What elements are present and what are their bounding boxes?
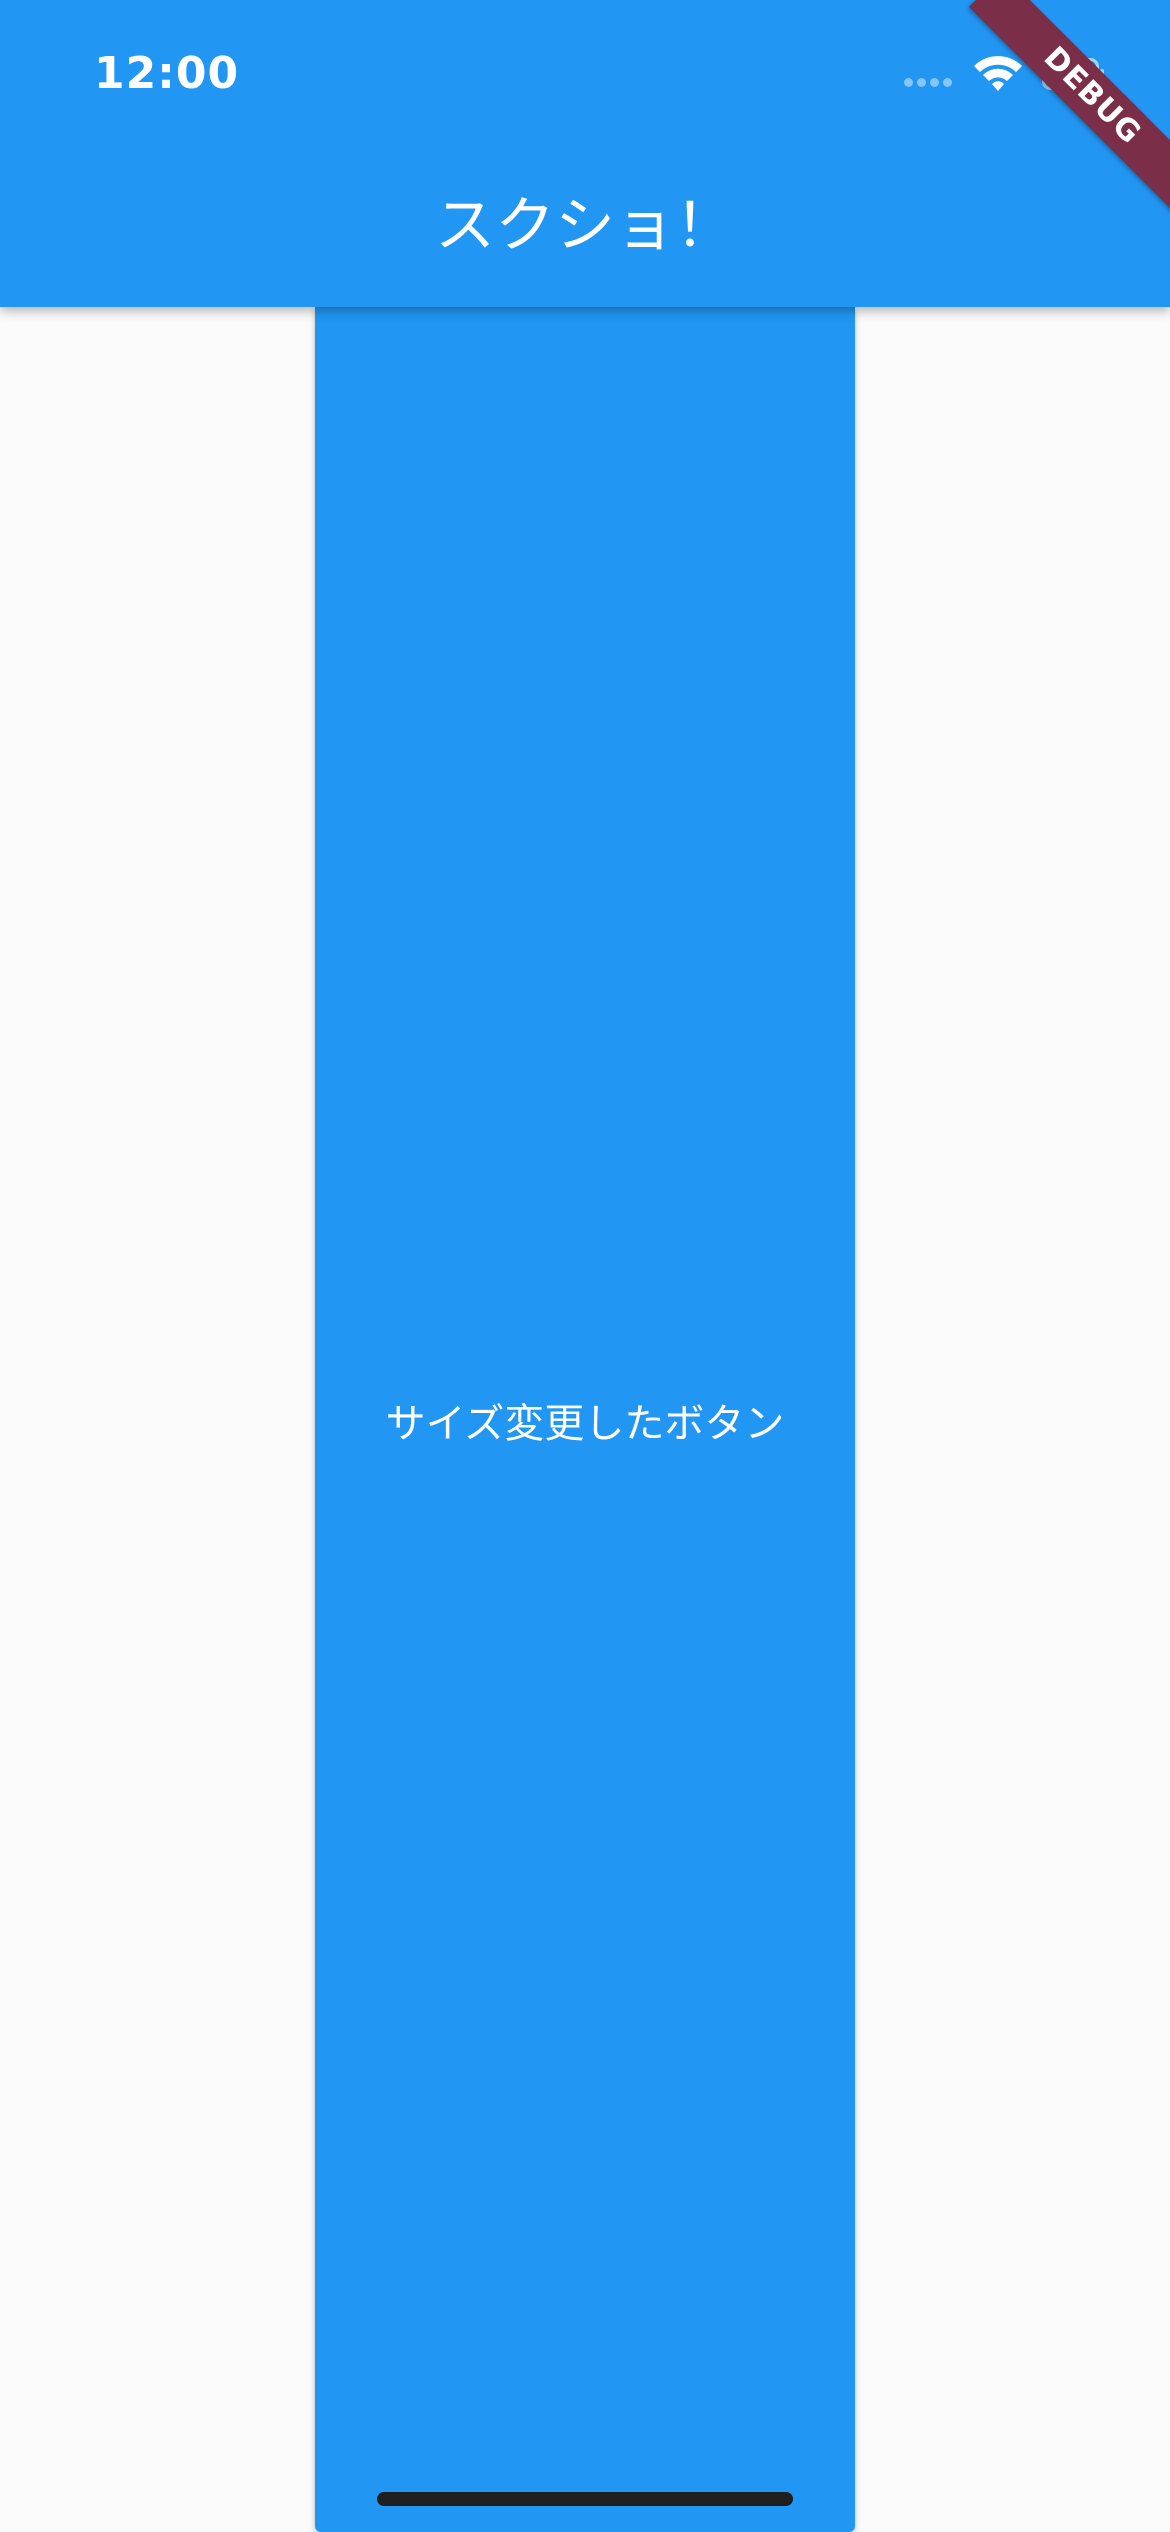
resized-button-label: サイズ変更したボタン (385, 1400, 785, 1447)
signal-icon (904, 78, 952, 87)
page-title: スクショ！ (435, 191, 735, 261)
status-bar-time: 12:00 (94, 48, 240, 99)
home-indicator[interactable] (377, 2492, 793, 2506)
app-bar: 12:00 スクショ！ (0, 0, 1170, 307)
wifi-icon (974, 56, 1022, 91)
resized-button[interactable]: サイズ変更したボタン (315, 307, 855, 2532)
